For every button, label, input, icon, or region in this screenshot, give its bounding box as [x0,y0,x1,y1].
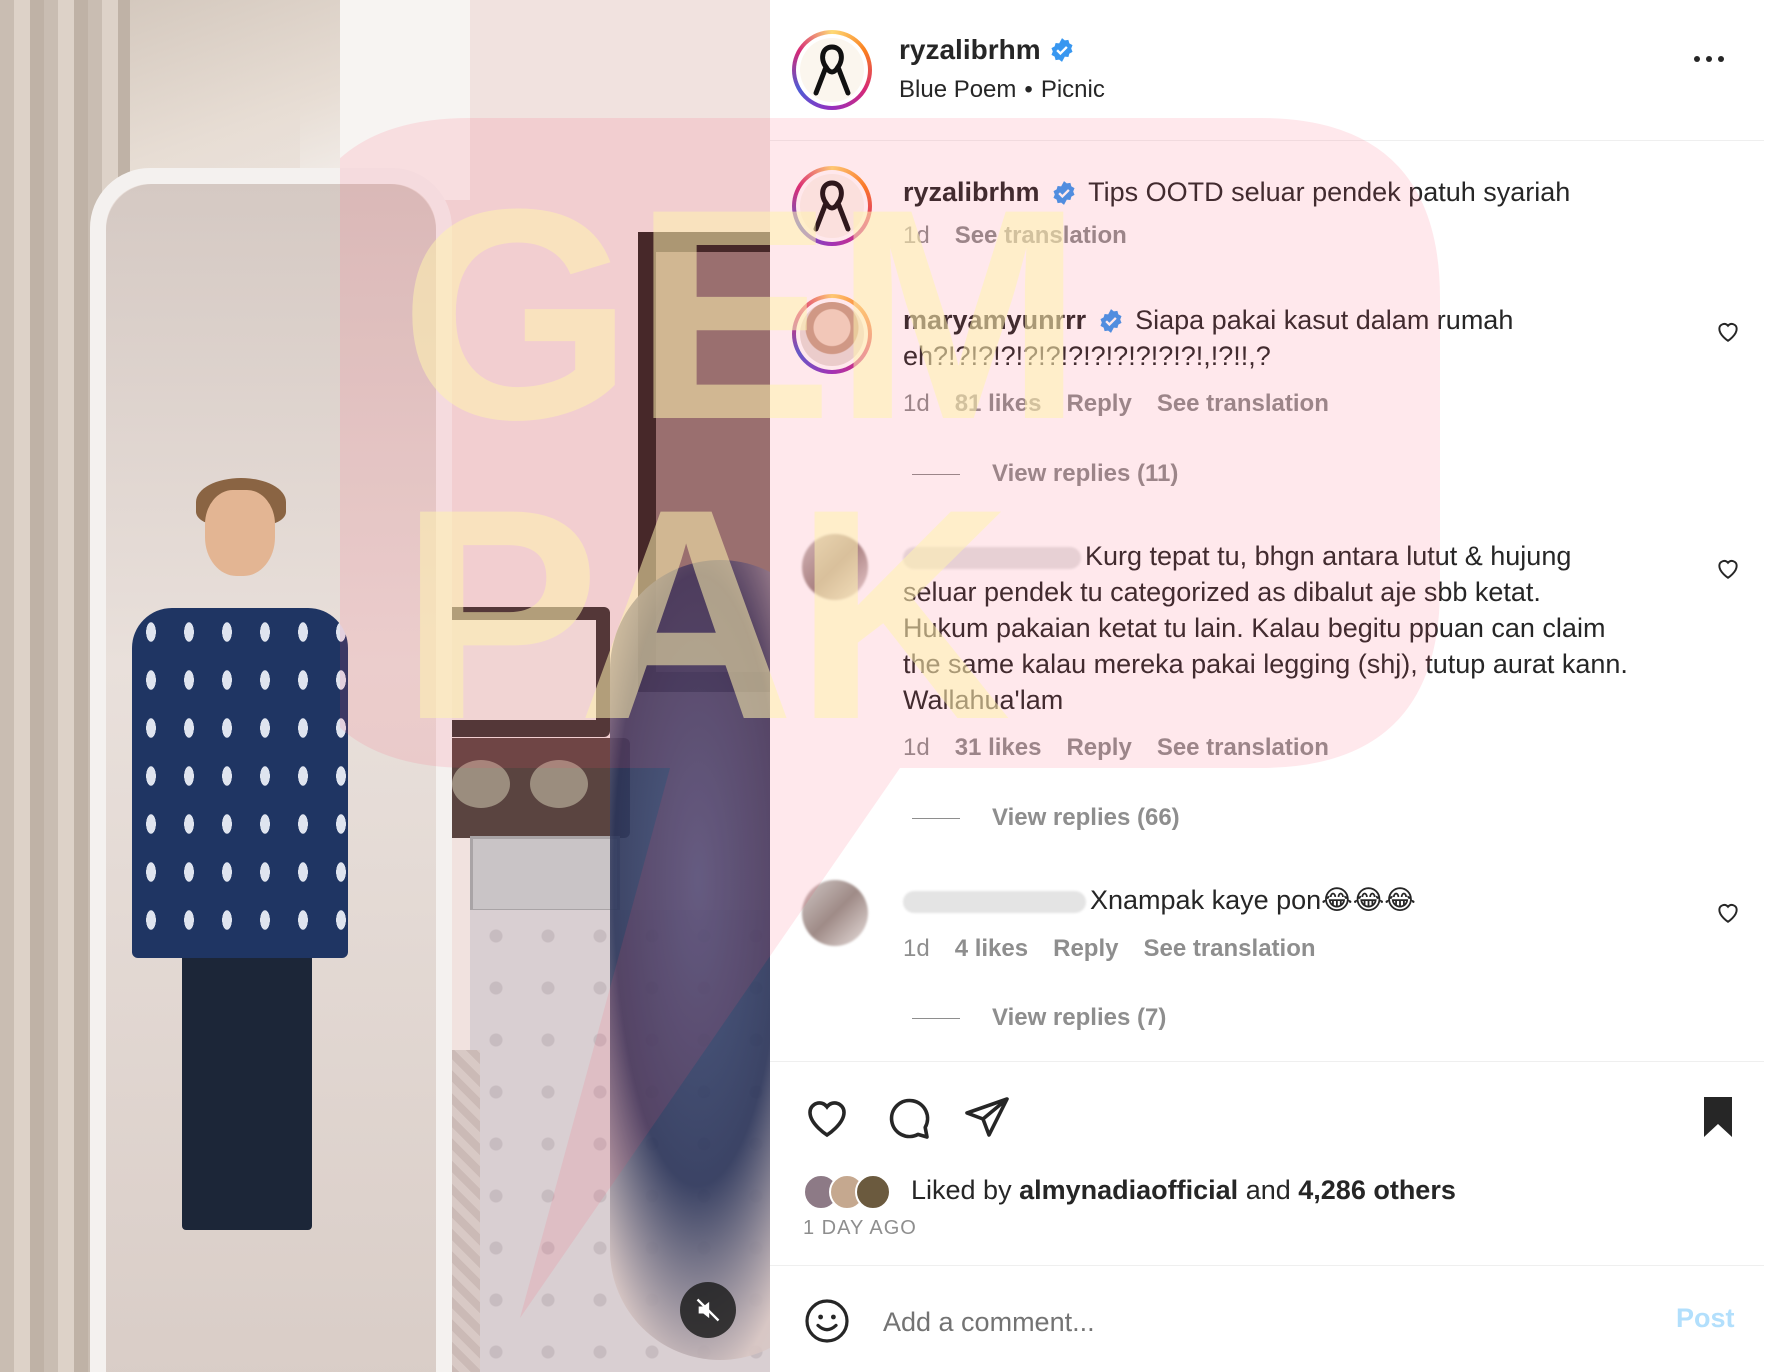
liker-username[interactable]: almynadiaofficial [1019,1175,1238,1205]
comment-time[interactable]: 1d [903,935,930,963]
watch-left [452,760,510,808]
display-box-screen [444,620,596,720]
caption-see-translation[interactable]: See translation [955,222,1127,250]
comment-line: Siapa pakai kasut dalam rumah [1135,305,1514,335]
comment-likes[interactable]: 4 likes [955,935,1028,963]
watch-right [530,760,588,808]
likes-summary: Liked by almynadiaofficial and 4,286 oth… [911,1175,1456,1206]
author-username-text[interactable]: ryzalibrhm [899,34,1041,66]
add-comment-input[interactable] [883,1300,1643,1344]
caption-username[interactable]: ryzalibrhm [903,177,1040,207]
see-translation-link[interactable]: See translation [1143,935,1315,963]
comment-like-heart-icon[interactable] [1715,318,1741,344]
comment-meta: 1d 4 likes Reply See translation [903,935,1316,963]
view-replies-button[interactable]: View replies (66) [912,804,1180,832]
verified-badge-icon [1100,309,1122,333]
person-shirt [132,608,348,958]
comment-line: seluar pendek tu categorized as dibalut … [903,577,1541,607]
comment-text: maryamyunrrr Siapa pakai kasut dalam rum… [903,302,1703,374]
music-info[interactable]: Blue Poem • Picnic [899,76,1105,104]
comment-avatar-blurred[interactable] [802,534,868,600]
comment-text: Kurg tepat tu, bhgn antara lutut & hujun… [903,538,1703,718]
view-replies-label[interactable]: View replies (11) [992,460,1178,488]
replies-line [912,473,960,475]
actions-divider [770,1061,1764,1062]
comment-likes[interactable]: 81 likes [955,390,1042,418]
likes-prefix: Liked by [911,1175,1012,1205]
heart-icon[interactable] [803,1093,851,1141]
ribbon-icon [813,44,851,96]
caption-time[interactable]: 1d [903,222,930,250]
blurred-username[interactable] [903,546,1081,569]
ribbon-icon [813,180,851,232]
comment-meta: 1d 31 likes Reply See translation [903,734,1329,762]
comment-time[interactable]: 1d [903,390,930,418]
comment-text: Xnampak kaye pon😂😂😂 [903,882,1703,918]
panel-edge [1764,0,1776,1372]
blurred-username[interactable] [903,890,1086,913]
comment-avatar-blurred[interactable] [802,880,868,946]
liker-avatar [855,1174,891,1210]
author-avatar[interactable] [792,30,872,110]
muted-speaker-icon [696,1298,720,1322]
replies-line [912,1017,960,1019]
post-comment-button[interactable]: Post [1676,1303,1735,1334]
caption-text: ryzalibrhm Tips OOTD seluar pendek patuh… [903,174,1703,210]
paper-plane-icon[interactable] [963,1093,1011,1141]
smiley-icon[interactable] [803,1297,851,1345]
person-head [205,490,275,576]
comment-like-heart-icon[interactable] [1715,899,1741,925]
see-translation-link[interactable]: See translation [1157,734,1329,762]
reply-button[interactable]: Reply [1066,390,1131,418]
view-replies-button[interactable]: View replies (11) [912,460,1178,488]
bottom-divider [770,1265,1764,1266]
music-track[interactable]: Picnic [1041,76,1105,103]
comment-like-heart-icon[interactable] [1715,555,1741,581]
view-replies-button[interactable]: View replies (7) [912,1004,1166,1032]
comment-line: eh?!?!?!?!?!?!?!?!?!?!?!?!,!?!!,? [903,341,1271,371]
comment-likes[interactable]: 31 likes [955,734,1042,762]
comment-line: Xnampak kaye pon😂😂😂 [1090,885,1416,915]
comment-line: Wallahua'lam [903,685,1064,715]
bookmark-icon[interactable] [1694,1093,1742,1141]
view-replies-label[interactable]: View replies (66) [992,804,1180,832]
replies-line [912,817,960,819]
author-username[interactable]: ryzalibrhm [899,34,1075,66]
comment-time[interactable]: 1d [903,734,930,762]
post-media-video[interactable] [0,0,770,1372]
reply-button[interactable]: Reply [1053,935,1118,963]
foreground-blur [610,560,770,1360]
person-leggings [182,950,312,1230]
likes-conjunction: and [1245,1175,1291,1205]
header-divider [770,140,1764,141]
watch-case [470,836,620,912]
music-separator: • [1024,76,1033,103]
likes-others-link[interactable]: 4,286 others [1298,1175,1456,1205]
verified-badge-icon [1053,181,1075,205]
mute-button[interactable] [680,1282,736,1338]
caption-body: Tips OOTD seluar pendek patuh syariah [1088,177,1571,207]
music-artist[interactable]: Blue Poem [899,76,1016,103]
comment-avatar[interactable] [792,294,872,374]
post-timestamp[interactable]: 1 DAY AGO [803,1217,917,1240]
comment-line: Kurg tepat tu, bhgn antara lutut & hujun… [1085,541,1572,571]
user-photo [800,302,864,366]
reply-button[interactable]: Reply [1066,734,1131,762]
more-options-icon[interactable] [1694,56,1724,62]
comment-line: Hukum pakaian ketat tu lain. Kalau begit… [903,613,1606,643]
comment-line: the same kalau mereka pakai legging (shj… [903,649,1628,679]
view-replies-label[interactable]: View replies (7) [992,1004,1166,1032]
see-translation-link[interactable]: See translation [1157,390,1329,418]
verified-badge-icon [1051,38,1073,62]
comment-bubble-icon[interactable] [884,1093,932,1141]
comment-username[interactable]: maryamyunrrr [903,305,1086,335]
comment-meta: 1d 81 likes Reply See translation [903,390,1329,418]
caption-meta: 1d See translation [903,222,1127,250]
caption-avatar[interactable] [792,166,872,246]
